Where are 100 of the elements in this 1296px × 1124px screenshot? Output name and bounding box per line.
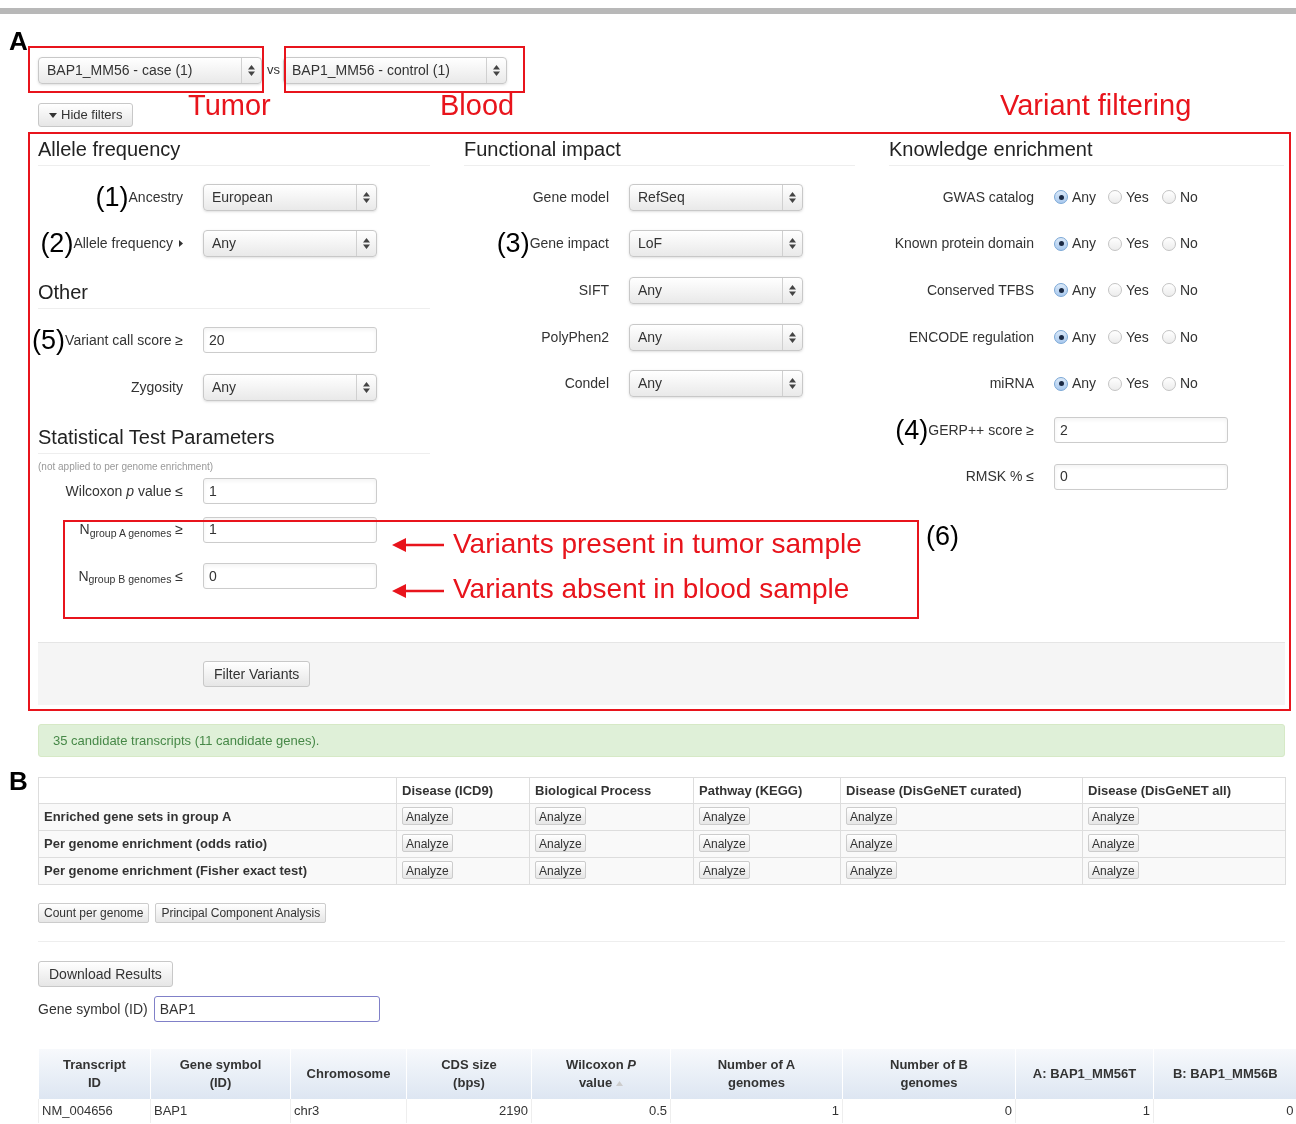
radio-option[interactable]: Any — [1054, 186, 1108, 208]
table-cell: 0.5 — [531, 1099, 671, 1123]
table-cell: 0 — [842, 1099, 1016, 1123]
section-heading: Knowledge enrichment — [889, 136, 1093, 162]
analyze-button[interactable]: Analyze — [1088, 807, 1139, 826]
column-header[interactable]: Chromosome — [290, 1049, 407, 1099]
analyze-button[interactable]: Analyze — [535, 861, 586, 880]
field-label: SIFT — [578, 281, 609, 300]
input-field[interactable]: 20 — [203, 327, 377, 354]
field-label: miRNA — [989, 374, 1034, 394]
table-cell: 1 — [1015, 1099, 1154, 1123]
field-label: Ancestry — [128, 188, 183, 205]
table-cell: chr3 — [290, 1099, 407, 1123]
column-header[interactable]: CDS size (bps) — [406, 1049, 532, 1099]
analyze-button[interactable]: Analyze — [846, 834, 897, 853]
column-header[interactable]: Wilcoxon P value — [531, 1049, 671, 1099]
download-results-button[interactable]: Download Results — [38, 961, 173, 987]
select-dropdown[interactable]: Any — [629, 277, 803, 304]
analyze-button[interactable]: Analyze — [846, 861, 897, 880]
input-field[interactable]: 0 — [1054, 463, 1228, 490]
column-header[interactable]: Number of A genomes — [670, 1049, 843, 1099]
column-header: Biological Process — [529, 777, 694, 804]
field-label: Allele frequency — [73, 235, 173, 252]
analyze-button[interactable]: Analyze — [535, 834, 586, 853]
column-header: Pathway (KEGG) — [693, 777, 841, 804]
select-dropdown[interactable]: RefSeq — [629, 183, 803, 211]
annotation-number: (6) — [926, 523, 959, 550]
vs-label: vs — [266, 61, 281, 80]
analyze-button[interactable]: Analyze — [1088, 861, 1139, 880]
analyze-button[interactable]: Analyze — [699, 834, 750, 853]
select-dropdown[interactable]: Any — [629, 323, 803, 351]
analyze-button[interactable]: Analyze — [402, 834, 453, 853]
up-down-arrows-icon — [789, 285, 796, 296]
radio-option[interactable]: No — [1162, 280, 1216, 301]
radio-option[interactable]: Yes — [1108, 233, 1162, 255]
input-field[interactable]: 0 — [203, 563, 377, 590]
select-dropdown[interactable]: European — [203, 183, 377, 211]
field-label: ENCODE regulation — [908, 327, 1034, 347]
radio-option[interactable]: No — [1162, 233, 1216, 255]
analyze-button[interactable]: Analyze — [846, 807, 897, 826]
up-down-arrows-icon — [789, 191, 796, 203]
analysis-button[interactable]: Principal Component Analysis — [155, 903, 327, 923]
table-cell: 2190 — [406, 1099, 532, 1123]
select-dropdown[interactable]: Any — [629, 370, 803, 398]
annotation-label: Tumor — [188, 91, 271, 120]
analyze-button[interactable]: Analyze — [1088, 834, 1139, 853]
column-header[interactable]: B: BAP1_MM56B — [1153, 1049, 1296, 1099]
up-down-arrows-icon — [789, 378, 796, 390]
select-dropdown[interactable]: Any — [203, 230, 377, 258]
analyze-button[interactable]: Analyze — [402, 807, 453, 826]
analyze-button[interactable]: Analyze — [699, 861, 750, 880]
radio-option[interactable]: No — [1162, 186, 1216, 208]
success-alert: 35 candidate transcripts (11 candidate genes). — [38, 724, 1285, 757]
annotation-label: Blood — [440, 91, 515, 120]
input-field[interactable]: 2 — [1054, 417, 1228, 444]
hide-filters-button[interactable]: Hide filters — [38, 103, 134, 127]
field-label: N$_{group B genomes}$ ≤ — [78, 566, 183, 587]
analyze-button[interactable]: Analyze — [402, 861, 453, 880]
radio-option[interactable]: Any — [1054, 280, 1108, 301]
radio-option[interactable]: Yes — [1108, 373, 1162, 395]
radio-option[interactable]: No — [1162, 373, 1216, 395]
section-heading: Allele frequency — [38, 136, 181, 162]
select-dropdown[interactable]: BAP1_MM56 - control (1) — [283, 56, 507, 84]
radio-option[interactable]: Yes — [1108, 326, 1162, 348]
radio-option[interactable]: Any — [1054, 373, 1108, 395]
select-dropdown[interactable]: Any — [203, 373, 377, 401]
row-header: Enriched gene sets in group A — [38, 803, 397, 831]
annotation-number: (2) — [40, 230, 74, 258]
radio-option[interactable]: Any — [1054, 326, 1108, 348]
field-label: GWAS catalog — [942, 187, 1034, 207]
analyze-button[interactable]: Analyze — [535, 807, 586, 826]
section-note: (not applied to per genome enrichment) — [38, 460, 215, 475]
column-header: Disease (ICD9) — [396, 777, 530, 804]
field-label: Gene impact — [529, 235, 609, 252]
input-field[interactable]: 1 — [203, 478, 377, 505]
field-label: Known protein domain — [894, 234, 1034, 254]
field-label: Wilcoxon p value ≤ — [65, 481, 183, 501]
section-heading: Statistical Test Parameters — [38, 424, 275, 450]
column-header[interactable]: Number of B genomes — [842, 1049, 1016, 1099]
radio-option[interactable]: Any — [1054, 233, 1108, 255]
field-label: Conserved TFBS — [926, 281, 1034, 300]
radio-option[interactable]: Yes — [1108, 186, 1162, 208]
select-dropdown[interactable]: BAP1_MM56 - case (1) — [38, 56, 262, 84]
analysis-button[interactable]: Count per genome — [38, 903, 150, 923]
filter-variants-button[interactable]: Filter Variants — [203, 661, 311, 687]
column-header[interactable]: Gene symbol (ID) — [150, 1049, 291, 1099]
select-dropdown[interactable]: LoF — [629, 230, 803, 258]
up-down-arrows-icon — [789, 331, 796, 343]
up-down-arrows-icon — [363, 381, 370, 393]
up-down-arrows-icon — [789, 238, 796, 250]
column-header[interactable]: Transcript ID — [38, 1049, 151, 1099]
radio-option[interactable]: No — [1162, 326, 1216, 348]
field-label: Condel — [564, 374, 609, 394]
annotation-number: (4) — [895, 416, 929, 444]
table-cell: NM_004656 — [38, 1099, 151, 1123]
gene-symbol-field[interactable]: BAP1 — [153, 996, 380, 1022]
analyze-button[interactable]: Analyze — [699, 807, 750, 826]
column-header[interactable]: A: BAP1_MM56T — [1015, 1049, 1154, 1099]
input-field[interactable]: 1 — [203, 516, 377, 543]
radio-option[interactable]: Yes — [1108, 280, 1162, 301]
